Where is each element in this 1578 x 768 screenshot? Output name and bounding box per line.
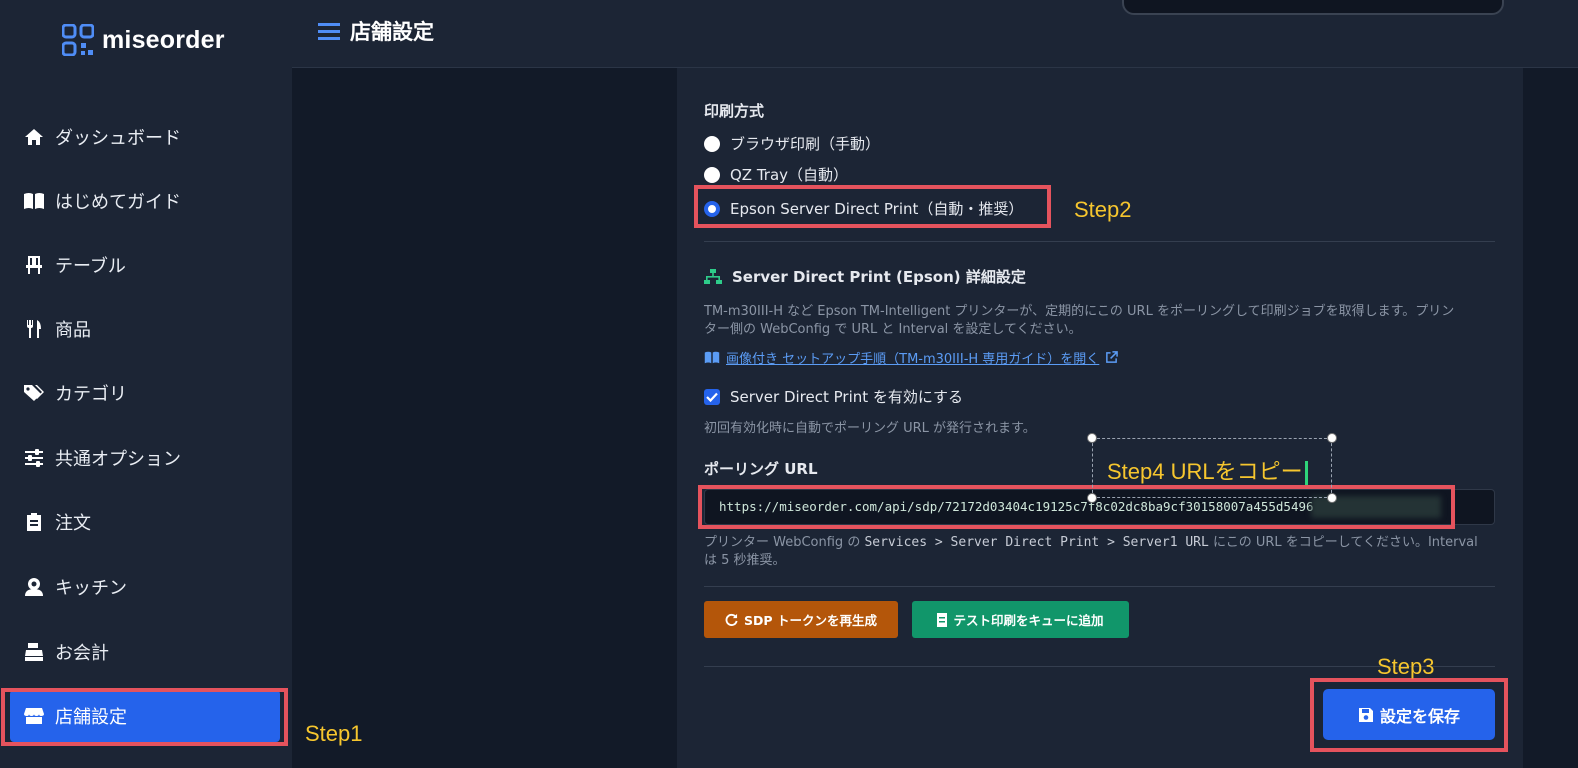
radio-button[interactable] <box>704 166 720 183</box>
sidebar-item-label: 商品 <box>55 320 91 341</box>
text-caret <box>1304 461 1308 486</box>
chair-icon <box>23 254 45 276</box>
check-icon <box>706 392 718 402</box>
divider <box>704 586 1495 587</box>
book-icon <box>704 351 720 364</box>
step1-label: Step1 <box>305 721 363 746</box>
refresh-icon <box>725 613 738 626</box>
sliders-icon <box>23 447 45 469</box>
sidebar-item-label: 共通オプション <box>55 449 181 470</box>
utensils-icon <box>23 318 45 340</box>
page-title: 店舗設定 <box>318 16 434 46</box>
book-icon <box>23 190 45 212</box>
step3-highlight <box>1310 678 1508 752</box>
hint-prefix: プリンター WebConfig の <box>704 535 865 550</box>
top-header: 店舗設定 <box>292 0 1578 68</box>
sidebar-item-common-options[interactable]: 共通オプション <box>10 432 280 484</box>
sidebar-item-checkout[interactable]: お会計 <box>10 626 280 678</box>
network-icon <box>704 268 722 284</box>
sidebar-item-dashboard[interactable]: ダッシュボード <box>10 111 280 163</box>
enable-sdp-checkbox-row[interactable]: Server Direct Print を有効にする <box>704 386 963 407</box>
sidebar-item-label: はじめてガイド <box>55 192 181 213</box>
external-link-icon <box>1106 351 1119 363</box>
sidebar-item-kitchen[interactable]: キッチン <box>10 561 280 613</box>
setup-guide-link[interactable]: 画像付き セットアップ手順（TM-m30III-H 専用ガイド）を開く <box>704 348 1119 367</box>
sidebar-item-label: 注文 <box>55 513 91 534</box>
queue-test-print-label: テスト印刷をキューに追加 <box>953 613 1104 628</box>
step2-highlight <box>694 185 1051 228</box>
radio-browser-print[interactable]: ブラウザ印刷（手動） <box>704 133 880 154</box>
sidebar-item-guide[interactable]: はじめてガイド <box>10 175 280 227</box>
sdp-description-line2: ター側の WebConfig で URL と Interval を設定してくださ… <box>704 322 1082 337</box>
radio-button[interactable] <box>704 135 720 152</box>
tags-icon <box>23 382 45 404</box>
clipboard-icon <box>23 511 45 533</box>
polling-url-label: ポーリング URL <box>704 460 818 478</box>
hint-path: Services > Server Direct Print > Server1… <box>864 535 1209 550</box>
sdp-section-title-text: Server Direct Print (Epson) 詳細設定 <box>732 268 1026 286</box>
step4-text: Step4 URLをコピー <box>1107 459 1303 484</box>
radio-label: QZ Tray（自動） <box>730 166 849 184</box>
sidebar-item-label: キッチン <box>55 578 127 599</box>
step2-label: Step2 <box>1074 197 1132 222</box>
page-title-text: 店舗設定 <box>350 20 434 44</box>
step3-label: Step3 <box>1377 654 1435 679</box>
enable-sdp-label: Server Direct Print を有効にする <box>730 388 964 406</box>
receipt-icon <box>937 612 948 627</box>
enable-sdp-checkbox[interactable] <box>704 388 720 405</box>
resize-handle <box>1327 493 1337 503</box>
chef-icon <box>23 576 45 598</box>
radio-qz-tray[interactable]: QZ Tray（自動） <box>704 164 848 185</box>
sidebar-item-orders[interactable]: 注文 <box>10 496 280 548</box>
resize-handle <box>1087 433 1097 443</box>
resize-handle <box>1087 493 1097 503</box>
regenerate-token-button[interactable]: SDP トークンを再生成 <box>704 601 898 638</box>
sidebar-item-label: テーブル <box>55 256 126 277</box>
step4-callout: Step4 URLをコピー <box>1087 433 1337 503</box>
print-method-label: 印刷方式 <box>704 102 765 120</box>
queue-test-print-button[interactable]: テスト印刷をキューに追加 <box>912 601 1129 638</box>
sidebar-item-label: カテゴリ <box>55 384 127 405</box>
polling-url-hint: プリンター WebConfig の Services > Server Dire… <box>704 532 1478 553</box>
sidebar-item-label: お会計 <box>55 643 109 664</box>
sidebar-item-categories[interactable]: カテゴリ <box>10 367 280 419</box>
brand-name: miseorder <box>102 25 225 54</box>
cash-register-icon <box>23 641 45 663</box>
radio-label: ブラウザ印刷（手動） <box>730 135 881 153</box>
brand-logo[interactable]: miseorder <box>62 22 225 58</box>
hint-suffix: にこの URL をコピーしてください。Interval <box>1208 535 1478 550</box>
divider <box>704 241 1495 242</box>
top-search-bar[interactable] <box>1122 0 1504 15</box>
qr-logo-icon <box>62 24 94 56</box>
sidebar-item-tables[interactable]: テーブル <box>10 239 280 291</box>
resize-handle <box>1327 433 1337 443</box>
polling-url-hint-line2: は 5 秒推奨。 <box>704 553 786 568</box>
setup-guide-link-text[interactable]: 画像付き セットアップ手順（TM-m30III-H 専用ガイド）を開く <box>726 348 1099 367</box>
regenerate-token-label: SDP トークンを再生成 <box>744 613 877 628</box>
sidebar-item-label: ダッシュボード <box>55 128 181 149</box>
step1-highlight <box>1 688 288 746</box>
sidebar: miseorder ダッシュボード はじめてガイド テーブル 商品 カテゴリ 共… <box>0 0 292 768</box>
step4-highlight <box>698 485 1455 529</box>
sidebar-item-products[interactable]: 商品 <box>10 303 280 355</box>
menu-icon[interactable] <box>318 22 340 40</box>
home-icon <box>23 126 45 148</box>
step4-label: Step4 URLをコピー <box>1107 454 1308 486</box>
sdp-section-title: Server Direct Print (Epson) 詳細設定 <box>704 266 1026 287</box>
enable-sdp-hint: 初回有効化時に自動でポーリング URL が発行されます。 <box>704 421 1036 436</box>
